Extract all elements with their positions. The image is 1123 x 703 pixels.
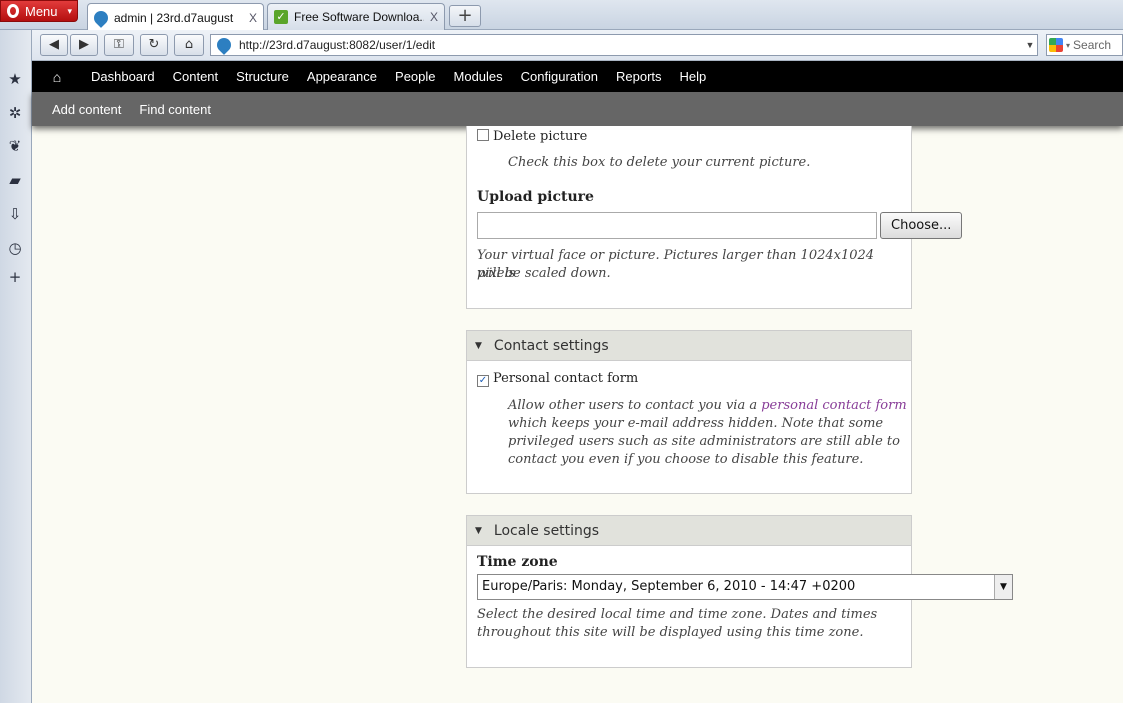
bookmarks-icon[interactable]: ★ (6, 70, 24, 88)
unite-icon[interactable]: ❦ (6, 137, 24, 155)
toolbar-structure[interactable]: Structure (227, 69, 298, 84)
upload-picture-row: Choose... (477, 212, 963, 239)
side-panel: ★ ✲ ❦ ▰ ⇩ ◷ + (0, 30, 32, 703)
menu-label: Menu (25, 3, 58, 19)
tab-title: admin | 23rd.d7august (114, 10, 234, 25)
drupal-favicon-icon (91, 7, 111, 28)
chevron-down-icon: ▾ (67, 5, 73, 16)
toolbar-configuration[interactable]: Configuration (512, 69, 607, 84)
wand-key-button[interactable]: ⚿ (104, 34, 134, 56)
personal-contact-label: Personal contact form (493, 371, 639, 386)
toolbar-reports[interactable]: Reports (607, 69, 671, 84)
chevron-down-icon[interactable]: ▾ (1066, 41, 1070, 50)
drupal-favicon-icon (214, 35, 234, 55)
home-button[interactable]: ⌂ (174, 34, 204, 56)
picture-fieldset: Delete picture Check this box to delete … (466, 126, 963, 309)
time-zone-label: Time zone (477, 554, 558, 570)
toolbar-content[interactable]: Content (164, 69, 228, 84)
time-zone-selected-value: Europe/Paris: Monday, September 6, 2010 … (482, 579, 856, 594)
address-bar[interactable]: http://23rd.d7august:8082/user/1/edit ▼ (210, 34, 1038, 56)
time-zone-description-line1: Select the desired local time and time z… (477, 607, 878, 622)
downloads-icon[interactable]: ⇩ (6, 205, 24, 223)
address-url: http://23rd.d7august:8082/user/1/edit (239, 38, 436, 52)
time-zone-select[interactable]: Europe/Paris: Monday, September 6, 2010 … (477, 574, 1013, 600)
shortcut-add-content[interactable]: Add content (52, 102, 121, 117)
contact-description-line2: which keeps your e-mail address hidden. … (508, 416, 884, 431)
collapse-triangle-icon: ▼ (475, 525, 482, 536)
contact-description-line3: privileged users such as site administra… (508, 434, 900, 449)
contact-description-line4: contact you even if you choose to disabl… (508, 452, 864, 467)
notes-icon[interactable]: ▰ (6, 171, 24, 189)
upload-picture-description-line2: will be scaled down. (477, 266, 611, 281)
close-tab-icon[interactable]: X (249, 11, 257, 25)
collapse-triangle-icon: ▼ (475, 340, 482, 351)
toolbar-people[interactable]: People (386, 69, 444, 84)
toolbar-modules[interactable]: Modules (445, 69, 512, 84)
personal-contact-form-link[interactable]: personal contact form (761, 398, 906, 413)
navigation-bar: ◀ ▶ ⚿ ↻ ⌂ http://23rd.d7august:8082/user… (32, 30, 1123, 61)
contact-settings-title: Contact settings (493, 337, 609, 354)
home-icon[interactable]: ⌂ (32, 69, 82, 85)
personal-contact-option[interactable]: ✓ Personal contact form (477, 371, 638, 387)
widgets-icon[interactable]: ✲ (6, 104, 24, 122)
contact-settings-fieldset: ▼ Contact settings ✓ Personal contact for… (466, 330, 912, 494)
contact-description-line1: Allow other users to contact you via a p… (508, 397, 907, 415)
tab-title: Free Software Downloa... (294, 10, 424, 24)
close-tab-icon[interactable]: X (430, 10, 438, 24)
opera-logo-icon (7, 4, 19, 18)
choose-file-button[interactable]: Choose... (880, 212, 963, 239)
time-zone-description-line2: throughout this site will be displayed u… (477, 625, 864, 640)
tab-strip: Menu ▾ admin | 23rd.d7august X ✓ Free So… (0, 0, 1123, 31)
back-button[interactable]: ◀ (40, 34, 68, 56)
new-tab-button[interactable]: + (449, 5, 481, 27)
search-input[interactable]: Search (1073, 38, 1111, 52)
tab-admin[interactable]: admin | 23rd.d7august X (87, 3, 264, 31)
reload-button[interactable]: ↻ (140, 34, 168, 56)
delete-picture-option[interactable]: Delete picture (477, 129, 587, 144)
add-panel-icon[interactable]: + (6, 268, 24, 286)
check-favicon-icon: ✓ (274, 10, 288, 24)
shortcut-find-content[interactable]: Find content (139, 102, 211, 117)
contact-settings-legend[interactable]: ▼ Contact settings (467, 331, 911, 361)
admin-toolbar: ⌂ Dashboard Content Structure Appearance… (32, 61, 1123, 92)
toolbar-dashboard[interactable]: Dashboard (82, 69, 164, 84)
opera-menu-button[interactable]: Menu ▾ (0, 0, 78, 22)
delete-picture-checkbox[interactable] (477, 129, 489, 141)
upload-picture-label: Upload picture (477, 189, 594, 205)
forward-button[interactable]: ▶ (70, 34, 98, 56)
chevron-down-icon[interactable]: ▼ (1023, 40, 1037, 50)
delete-picture-label: Delete picture (493, 129, 588, 144)
upload-picture-input[interactable] (477, 212, 877, 239)
locale-settings-fieldset: ▼ Locale settings Time zone Europe/Paris… (466, 515, 1013, 668)
contact-description-text: Allow other users to contact you via a (508, 398, 762, 413)
tab-free-software[interactable]: ✓ Free Software Downloa... X (267, 3, 445, 30)
personal-contact-checkbox[interactable]: ✓ (477, 375, 489, 387)
history-icon[interactable]: ◷ (6, 239, 24, 257)
google-icon[interactable] (1049, 38, 1063, 52)
locale-settings-title: Locale settings (493, 522, 600, 539)
toolbar-help[interactable]: Help (671, 69, 716, 84)
toolbar-appearance[interactable]: Appearance (298, 69, 386, 84)
delete-picture-description: Check this box to delete your current pi… (508, 155, 811, 170)
shortcuts-bar: Add content Find content (32, 92, 1123, 126)
chevron-down-icon[interactable]: ▼ (994, 575, 1012, 599)
locale-settings-legend[interactable]: ▼ Locale settings (467, 516, 911, 546)
search-box[interactable]: ▾ Search (1046, 34, 1123, 56)
